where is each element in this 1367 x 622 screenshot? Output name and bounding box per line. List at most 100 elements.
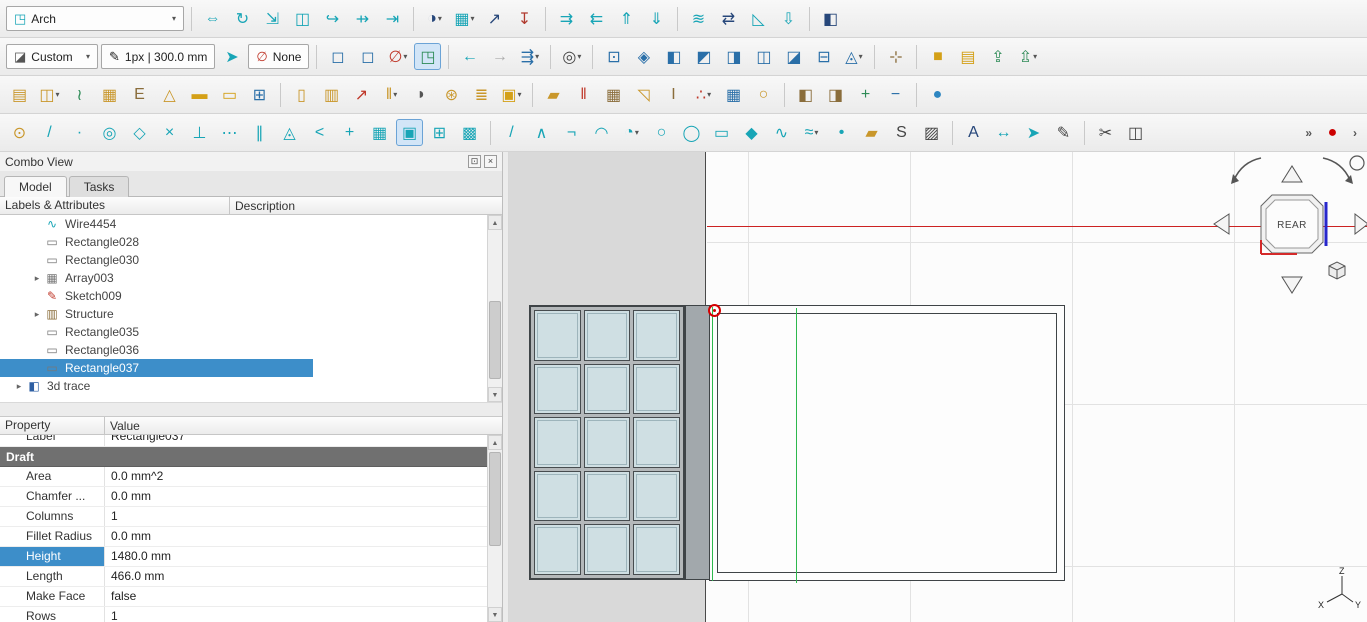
property-scrollbar-thumb[interactable] [489, 452, 501, 546]
property-group-header[interactable]: Draft [0, 447, 487, 467]
zoom-icon[interactable]: ◎▾ [558, 43, 585, 70]
draft-stretch-icon[interactable]: ↪ [319, 5, 346, 32]
snap-ortho-icon[interactable]: + [336, 119, 363, 146]
tree-scrollbar-track[interactable] [488, 230, 502, 387]
property-name[interactable]: Columns [0, 507, 105, 526]
draft-scale-icon[interactable]: ⇲ [259, 5, 286, 32]
window-pane[interactable] [633, 310, 680, 361]
property-value[interactable]: Rectangle037 [105, 435, 487, 446]
draft-ellipse-icon[interactable]: ◯ [678, 119, 705, 146]
arch-truss-icon[interactable]: ◹ [630, 81, 657, 108]
window-pane[interactable] [584, 471, 631, 522]
draft-to-sketch-icon[interactable]: ⇄ [715, 5, 742, 32]
snap-midpoint-icon[interactable]: ∙ [66, 119, 93, 146]
arch-grid-icon[interactable]: ▦ [600, 81, 627, 108]
view-bottom-icon[interactable]: ◪ [780, 43, 807, 70]
measure-icon[interactable]: ⊹ [882, 43, 909, 70]
property-value[interactable]: 0.0 mm^2 [105, 467, 487, 486]
draft-bezier-icon[interactable]: ≈▾ [798, 119, 825, 146]
tree-item-rectangle037[interactable]: ▭Rectangle037 [0, 359, 487, 377]
tree-item-sketch009[interactable]: ✎Sketch009 [0, 287, 487, 305]
window-pane[interactable] [584, 417, 631, 468]
draft-shape2dview-icon[interactable]: ◧ [817, 5, 844, 32]
draft-edit-icon[interactable]: ↗ [481, 5, 508, 32]
view-isometric-icon[interactable]: ◈ [630, 43, 657, 70]
property-value[interactable]: 0.0 mm [105, 527, 487, 546]
draft-fillet-icon[interactable]: ¬ [558, 119, 585, 146]
window-pane[interactable] [633, 417, 680, 468]
scroll-up-icon[interactable]: ▲ [488, 435, 502, 450]
draft-label-icon[interactable]: ➤ [1020, 119, 1047, 146]
draft-line-icon[interactable]: / [498, 119, 525, 146]
property-name[interactable]: Make Face [0, 587, 105, 606]
draft-point-icon[interactable]: • [828, 119, 855, 146]
arch-survey-icon[interactable]: ↗ [348, 81, 375, 108]
snap-special-icon[interactable]: ◬ [276, 119, 303, 146]
property-value[interactable]: 1480.0 mm [105, 547, 487, 566]
toolbar-overflow[interactable]: » [1301, 126, 1316, 140]
prop-col-property[interactable]: Property [0, 417, 105, 434]
property-name[interactable]: Height [0, 547, 105, 566]
wall-section-strip[interactable] [685, 305, 710, 580]
cut-icon[interactable]: ✂ [1092, 119, 1119, 146]
window-pane[interactable] [633, 524, 680, 575]
view-axonometric-icon[interactable]: ◬▾ [840, 43, 867, 70]
arch-schedule-icon[interactable]: ▥ [318, 81, 345, 108]
snap-intersection-icon[interactable]: × [156, 119, 183, 146]
tree-item-rectangle035[interactable]: ▭Rectangle035 [0, 323, 487, 341]
arch-panel-sheet-icon[interactable]: ▭ [216, 81, 243, 108]
tree-col-labels[interactable]: Labels & Attributes [0, 197, 230, 214]
property-name[interactable]: Rows [0, 607, 105, 622]
tree-item-3d-trace[interactable]: ▸◧3d trace [0, 377, 487, 395]
property-value[interactable]: false [105, 587, 487, 606]
copy-icon[interactable]: ◫ [1122, 119, 1149, 146]
draft-downgrade-icon[interactable]: ↧ [511, 5, 538, 32]
arch-stairs-icon[interactable]: ≣ [468, 81, 495, 108]
arch-axis-tools-icon[interactable]: ∴▾ [690, 81, 717, 108]
property-value[interactable]: 466.0 mm [105, 567, 487, 586]
fit-all-icon[interactable]: ⊡ [600, 43, 627, 70]
scroll-down-icon[interactable]: ▼ [488, 607, 502, 622]
draft-join-icon[interactable]: ⇉ [553, 5, 580, 32]
nav-arrow-right-icon[interactable] [1355, 214, 1367, 234]
tree-item-rectangle028[interactable]: ▭Rectangle028 [0, 233, 487, 251]
arch-window-icon[interactable]: ⊞ [246, 81, 273, 108]
window-pane[interactable] [584, 310, 631, 361]
snap-near-icon[interactable]: < [306, 119, 333, 146]
autogroup-button[interactable]: ∅None [248, 44, 309, 69]
panel-splitter[interactable] [0, 402, 502, 417]
box-selection-icon[interactable]: ◻ [324, 43, 351, 70]
close-panel-icon[interactable]: × [484, 155, 497, 168]
property-name[interactable]: Label [0, 435, 105, 446]
draft-shapestring-icon[interactable]: S [888, 119, 915, 146]
link-navigation-icon[interactable]: ⇶▾ [516, 43, 543, 70]
window-pane[interactable] [584, 364, 631, 415]
scroll-up-icon[interactable]: ▲ [488, 215, 502, 230]
arch-roof-icon[interactable]: △ [156, 81, 183, 108]
part-box-icon[interactable]: ■ [924, 43, 951, 70]
prop-col-value[interactable]: Value [105, 419, 140, 433]
draft-rectangle-icon[interactable]: ▭ [708, 119, 735, 146]
property-name[interactable]: Fillet Radius [0, 527, 105, 546]
snap-workingplane-icon[interactable]: ⊞ [426, 119, 453, 146]
clipping-plane-icon[interactable]: ∅▾ [384, 43, 411, 70]
tree-item-wire4454[interactable]: ∿Wire4454 [0, 215, 487, 233]
draft-rotate-icon[interactable]: ↻ [229, 5, 256, 32]
workbench-selector[interactable]: ◳Arch▾ [6, 6, 184, 31]
snap-parallel-icon[interactable]: ∥ [246, 119, 273, 146]
arch-equipment-icon[interactable]: E [126, 81, 153, 108]
arch-remove-component-icon[interactable]: − [882, 81, 909, 108]
linewidth-button[interactable]: ✎1px | 300.0 mm [101, 44, 215, 69]
arch-reference-icon[interactable]: ▯ [288, 81, 315, 108]
arch-rebar-icon[interactable]: ≀ [66, 81, 93, 108]
arch-add-component-icon[interactable]: + [852, 81, 879, 108]
tree-col-description[interactable]: Description [230, 199, 295, 213]
draft-dimension-icon[interactable]: ↔ [990, 119, 1017, 146]
view-front-icon[interactable]: ◧ [660, 43, 687, 70]
arch-pipe-icon[interactable]: ○ [750, 81, 777, 108]
arch-panel-icon[interactable]: ▬ [186, 81, 213, 108]
3d-viewport[interactable]: REAR Z X Y [509, 152, 1367, 622]
window-pane[interactable] [534, 417, 581, 468]
draft-upgrade-icon[interactable]: ⇑ [613, 5, 640, 32]
property-scrollbar-track[interactable] [488, 450, 502, 607]
